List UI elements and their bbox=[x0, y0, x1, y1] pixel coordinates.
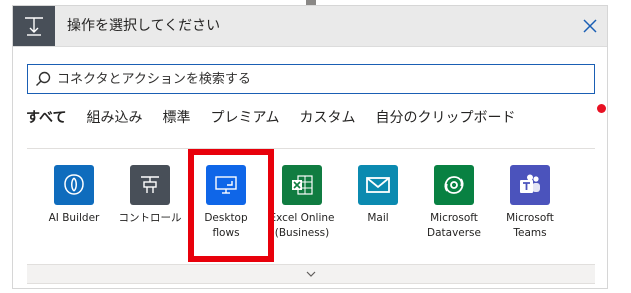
connector-ai-builder[interactable]: AI Builder bbox=[38, 165, 110, 226]
connector-label: Microsoft Dataverse bbox=[427, 212, 481, 239]
connector-excel-online[interactable]: Excel Online (Business) bbox=[266, 165, 338, 241]
chevron-down-icon bbox=[306, 271, 316, 277]
flow-step-icon bbox=[13, 6, 55, 46]
connector-label: Mail bbox=[367, 212, 389, 224]
connector-label: AI Builder bbox=[48, 212, 100, 224]
excel-icon bbox=[282, 165, 322, 205]
teams-icon bbox=[510, 165, 550, 205]
mail-icon bbox=[358, 165, 398, 205]
connector-dataverse[interactable]: Microsoft Dataverse bbox=[418, 165, 490, 241]
tab-built-in[interactable]: 組み込み bbox=[86, 103, 142, 133]
ai-builder-icon bbox=[54, 165, 94, 205]
tab-standard[interactable]: 標準 bbox=[162, 103, 190, 133]
connector-grid: AI Builder コントロール Desktop flows Excel On… bbox=[27, 148, 595, 264]
close-icon bbox=[583, 19, 597, 33]
expand-connectors-button[interactable] bbox=[27, 264, 595, 284]
connector-category-tabs: すべて 組み込み 標準 プレミアム カスタム 自分のクリップボード bbox=[26, 103, 536, 133]
connector-desktop-flows[interactable]: Desktop flows bbox=[190, 165, 262, 241]
desktop-flows-icon bbox=[206, 165, 246, 205]
connector-control[interactable]: コントロール bbox=[114, 165, 186, 226]
panel-header: 操作を選択してください bbox=[13, 6, 607, 47]
panel-title: 操作を選択してください bbox=[67, 18, 221, 34]
search-box[interactable] bbox=[27, 64, 595, 94]
connector-teams[interactable]: Microsoft Teams bbox=[494, 165, 566, 241]
connector-label: Desktop flows bbox=[204, 212, 248, 239]
tab-custom[interactable]: カスタム bbox=[300, 103, 356, 133]
dataverse-icon bbox=[434, 165, 474, 205]
close-button[interactable] bbox=[579, 15, 601, 37]
tab-all[interactable]: すべて bbox=[26, 103, 66, 133]
notification-dot bbox=[597, 104, 606, 113]
choose-operation-panel: 操作を選択してください AI B bbox=[12, 5, 608, 289]
connector-label: Microsoft Teams bbox=[506, 212, 554, 239]
control-icon bbox=[130, 165, 170, 205]
tab-premium[interactable]: プレミアム bbox=[210, 103, 279, 133]
search-input[interactable] bbox=[57, 66, 594, 92]
tab-my-clipboard[interactable]: 自分のクリップボード bbox=[376, 103, 516, 133]
connector-label: コントロール bbox=[118, 212, 182, 224]
connector-mail[interactable]: Mail bbox=[342, 165, 414, 226]
search-icon bbox=[35, 70, 53, 88]
connector-label: Excel Online (Business) bbox=[269, 212, 335, 239]
